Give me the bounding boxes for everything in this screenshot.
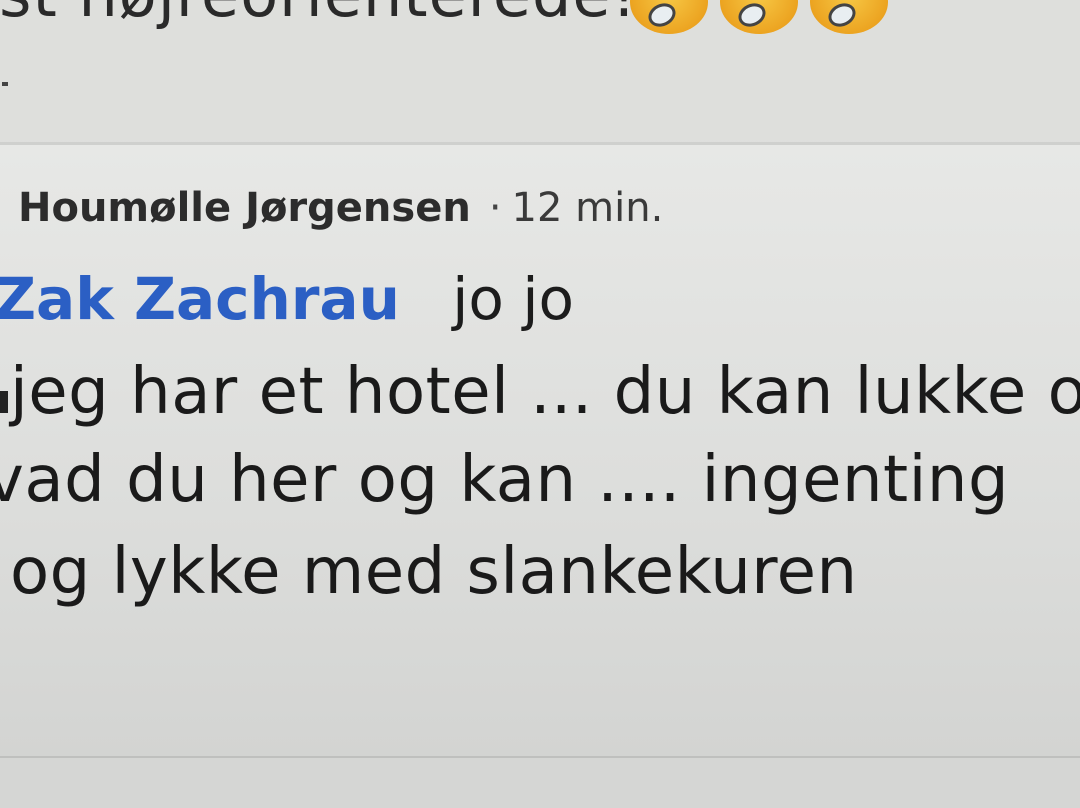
comment-timestamp[interactable]: 12 min. (512, 185, 664, 231)
divider-mark (2, 82, 8, 86)
mention-line: Zak Zachrau jo jo (0, 265, 574, 333)
comment-bubble: Houmølle Jørgensen · 12 min. Zak Zachrau… (0, 142, 1080, 757)
comment-line-1: jeg har et hotel ... du kan lukke o (10, 355, 1080, 429)
comment-line-2: vad du her og kan .... ingenting (0, 443, 1010, 517)
mention-link[interactable]: Zak Zachrau (0, 265, 400, 333)
comment-line-3: og lykke med slankekuren (10, 535, 858, 609)
grinning-squinting-face-icon (720, 0, 798, 34)
meta-separator: · (488, 185, 502, 231)
screen: est højreorienterede! Houmølle Jørgensen… (0, 0, 1080, 808)
comment-author[interactable]: Houmølle Jørgensen (18, 185, 471, 231)
emoji-row (630, 0, 888, 34)
mention-reply-text: jo jo (452, 265, 574, 333)
previous-comment: est højreorienterede! (0, 0, 1080, 140)
grinning-squinting-face-icon (810, 0, 888, 34)
comment-meta: Houmølle Jørgensen · 12 min. (18, 185, 663, 231)
previous-comment-text: est højreorienterede! (0, 0, 637, 31)
grinning-squinting-face-icon (630, 0, 708, 34)
cropped-character (0, 391, 8, 413)
next-comment (0, 756, 1080, 808)
